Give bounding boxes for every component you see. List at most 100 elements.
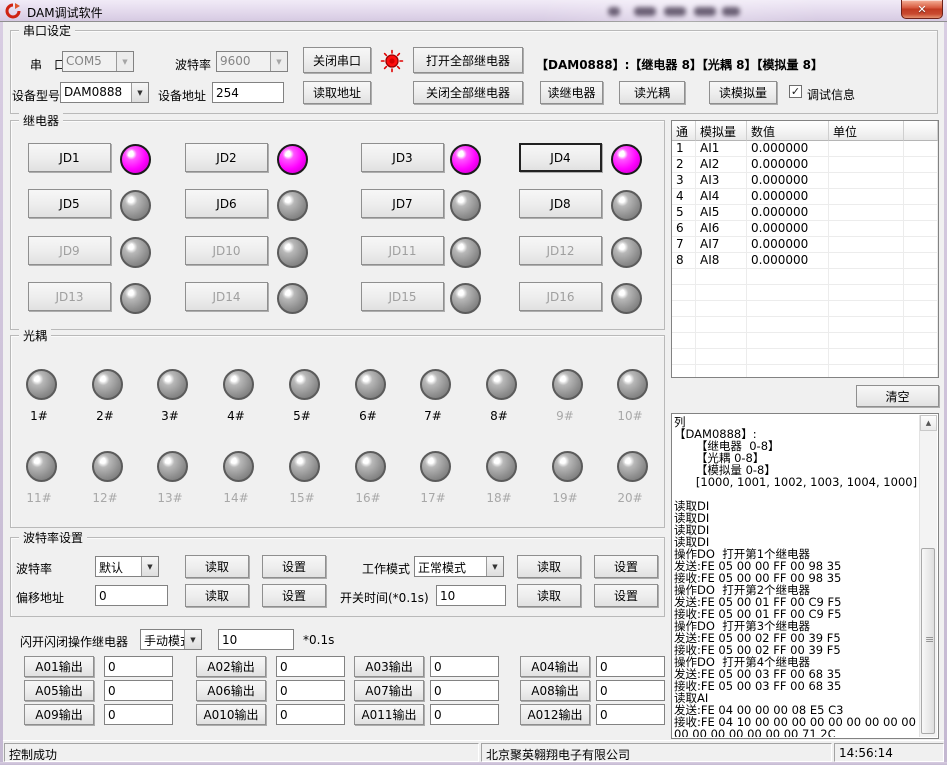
- read-relays-button[interactable]: 读继电器: [540, 81, 603, 104]
- baudrate-select[interactable]: 9600 ▼: [216, 51, 288, 72]
- close-serial-port-button[interactable]: 关闭串口: [303, 47, 371, 73]
- chevron-down-icon[interactable]: ▼: [141, 557, 158, 576]
- scroll-up-icon[interactable]: ▲: [920, 415, 937, 431]
- relay-button-jd8[interactable]: JD8: [519, 189, 602, 218]
- app-icon[interactable]: [5, 3, 21, 19]
- device-summary: 【DAM0888】:【继电器 8】【光耦 8】【模拟量 8】: [536, 56, 823, 73]
- flash-time-input[interactable]: [218, 629, 294, 650]
- ao-output-input-2[interactable]: [276, 656, 345, 677]
- device-model-select[interactable]: DAM0888 ▼: [60, 82, 149, 103]
- ao-output-button-1[interactable]: A01输出: [24, 656, 94, 677]
- baudrate-label: 波特率: [175, 56, 211, 73]
- ao-output-button-12[interactable]: A012输出: [520, 704, 590, 725]
- switch-time-input[interactable]: [436, 585, 506, 606]
- relay-button-jd10[interactable]: JD10: [185, 236, 268, 265]
- relay-button-jd2[interactable]: JD2: [185, 143, 268, 172]
- table-row[interactable]: 4AI40.000000: [672, 189, 938, 205]
- ao-output-button-8[interactable]: A08输出: [520, 680, 590, 701]
- port-select[interactable]: COM5 ▼: [62, 51, 134, 72]
- table-header-3[interactable]: 数值: [747, 121, 829, 141]
- offset-set-button[interactable]: 设置: [262, 584, 326, 607]
- switch-time-read-button[interactable]: 读取: [517, 584, 581, 607]
- chevron-down-icon[interactable]: ▼: [184, 630, 201, 649]
- table-cell: [672, 365, 696, 378]
- switch-time-set-button[interactable]: 设置: [594, 584, 658, 607]
- analog-table-header[interactable]: 通模拟量数值单位: [672, 121, 938, 141]
- relay-button-jd13[interactable]: JD13: [28, 282, 111, 311]
- work-mode-read-button[interactable]: 读取: [517, 555, 581, 578]
- table-row[interactable]: 7AI70.000000: [672, 237, 938, 253]
- read-analog-button[interactable]: 读模拟量: [709, 81, 777, 104]
- table-row[interactable]: 6AI60.000000: [672, 221, 938, 237]
- device-address-input[interactable]: [212, 82, 284, 103]
- chevron-down-icon[interactable]: ▼: [116, 52, 133, 71]
- chevron-down-icon[interactable]: ▼: [270, 52, 287, 71]
- flash-mode-select[interactable]: 手动模式 ▼: [140, 629, 202, 650]
- ao-output-input-6[interactable]: [276, 680, 345, 701]
- baud-read-button[interactable]: 读取: [185, 555, 249, 578]
- log-scrollbar[interactable]: ▲: [919, 415, 937, 737]
- ao-output-button-4[interactable]: A04输出: [520, 656, 590, 677]
- ao-output-input-3[interactable]: [430, 656, 499, 677]
- close-button[interactable]: ✕: [901, 0, 943, 19]
- ao-output-input-10[interactable]: [276, 704, 345, 725]
- table-row: [672, 317, 938, 333]
- relay-button-jd4[interactable]: JD4: [519, 143, 602, 172]
- table-row[interactable]: 8AI80.000000: [672, 253, 938, 269]
- relay-button-jd7[interactable]: JD7: [361, 189, 444, 218]
- clear-log-button[interactable]: 清空: [856, 385, 939, 407]
- offset-address-input[interactable]: [95, 585, 168, 606]
- ao-output-input-11[interactable]: [430, 704, 499, 725]
- chevron-down-icon[interactable]: ▼: [131, 83, 148, 102]
- offset-read-button[interactable]: 读取: [185, 584, 249, 607]
- ao-output-button-2[interactable]: A02输出: [196, 656, 266, 677]
- table-header-1[interactable]: 通: [672, 121, 696, 141]
- ao-output-button-10[interactable]: A010输出: [196, 704, 266, 725]
- relay-button-jd12[interactable]: JD12: [519, 236, 602, 265]
- ao-output-button-11[interactable]: A011输出: [354, 704, 424, 725]
- baud-set-button[interactable]: 设置: [262, 555, 326, 578]
- table-row[interactable]: 2AI20.000000: [672, 157, 938, 173]
- baud-select[interactable]: 默认 ▼: [95, 556, 159, 577]
- log-box[interactable]: 列 【DAM0888】: 【继电器 0-8】 【光耦 0-8】 【模拟量 0-8…: [671, 413, 939, 739]
- table-cell: 6: [672, 221, 696, 237]
- relay-button-jd3[interactable]: JD3: [361, 143, 444, 172]
- table-cell: AI5: [696, 205, 747, 221]
- relay-button-jd11[interactable]: JD11: [361, 236, 444, 265]
- table-row[interactable]: 3AI30.000000: [672, 173, 938, 189]
- ao-output-button-9[interactable]: A09输出: [24, 704, 94, 725]
- open-all-relays-button[interactable]: 打开全部继电器: [413, 47, 523, 73]
- read-opto-button[interactable]: 读光耦: [619, 81, 685, 104]
- work-mode-set-button[interactable]: 设置: [594, 555, 658, 578]
- baud-settings-legend: 波特率设置: [19, 529, 87, 546]
- relay-button-jd9[interactable]: JD9: [28, 236, 111, 265]
- ao-output-input-7[interactable]: [430, 680, 499, 701]
- relay-button-jd14[interactable]: JD14: [185, 282, 268, 311]
- ao-output-input-4[interactable]: [596, 656, 665, 677]
- ao-output-input-8[interactable]: [596, 680, 665, 701]
- relay-button-jd5[interactable]: JD5: [28, 189, 111, 218]
- ao-output-button-7[interactable]: A07输出: [354, 680, 424, 701]
- ao-output-input-12[interactable]: [596, 704, 665, 725]
- ao-output-button-3[interactable]: A03输出: [354, 656, 424, 677]
- debug-info-checkbox[interactable]: ✓: [789, 85, 802, 98]
- ao-output-input-9[interactable]: [104, 704, 173, 725]
- close-all-relays-button[interactable]: 关闭全部继电器: [413, 81, 523, 104]
- work-mode-select[interactable]: 正常模式 ▼: [414, 556, 504, 577]
- table-row[interactable]: 5AI50.000000: [672, 205, 938, 221]
- ao-output-button-5[interactable]: A05输出: [24, 680, 94, 701]
- ao-output-input-1[interactable]: [104, 656, 173, 677]
- chevron-down-icon[interactable]: ▼: [486, 557, 503, 576]
- table-row[interactable]: 1AI10.000000: [672, 141, 938, 157]
- relay-button-jd15[interactable]: JD15: [361, 282, 444, 311]
- table-header-4[interactable]: 单位: [829, 121, 904, 141]
- table-header-2[interactable]: 模拟量: [696, 121, 747, 141]
- read-address-button[interactable]: 读取地址: [303, 81, 371, 104]
- relay-button-jd1[interactable]: JD1: [28, 143, 111, 172]
- title-bar[interactable]: DAM调试软件: [0, 0, 947, 22]
- scrollbar-thumb[interactable]: [921, 548, 935, 734]
- ao-output-button-6[interactable]: A06输出: [196, 680, 266, 701]
- ao-output-input-5[interactable]: [104, 680, 173, 701]
- relay-button-jd6[interactable]: JD6: [185, 189, 268, 218]
- relay-button-jd16[interactable]: JD16: [519, 282, 602, 311]
